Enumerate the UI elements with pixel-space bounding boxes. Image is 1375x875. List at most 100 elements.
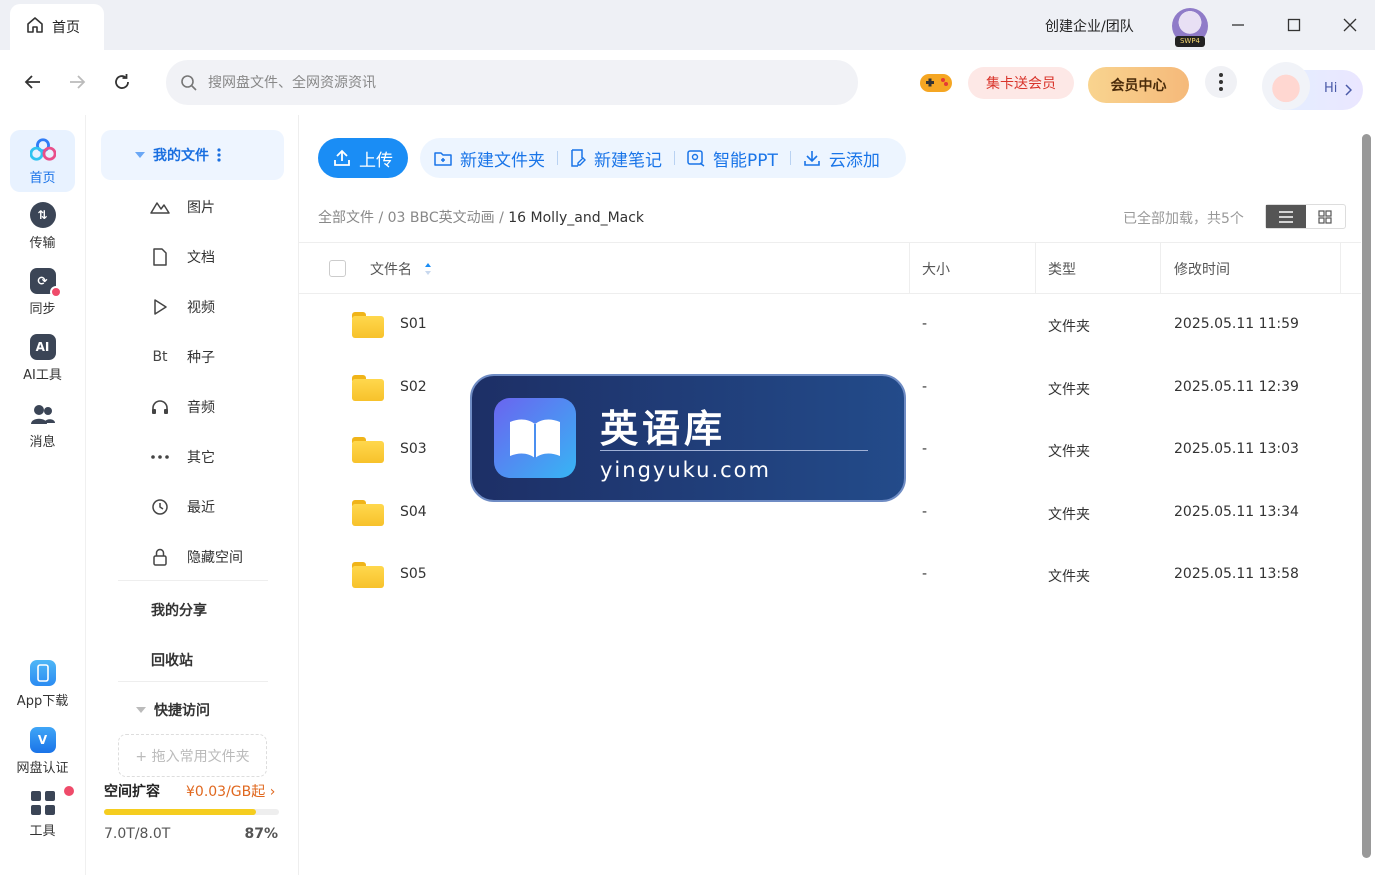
rail-item-tools[interactable]: 工具 (10, 783, 75, 845)
sidebar-my-share[interactable]: 我的分享 (151, 600, 207, 620)
column-header-modified[interactable]: 修改时间 (1174, 243, 1230, 294)
column-header-name[interactable]: 文件名 (370, 243, 432, 294)
audio-icon (150, 397, 170, 417)
file-size: - (922, 316, 928, 332)
swip-badge: SWP4 (1175, 36, 1205, 47)
sidebar-item-label: 隐藏空间 (187, 550, 243, 566)
card-promo-button[interactable]: 集卡送会员 (968, 67, 1074, 99)
sidebar-quick-access[interactable]: 快捷访问 (136, 700, 210, 720)
watermark-title: 英语库 (600, 407, 727, 451)
file-size: - (922, 379, 928, 395)
drop-folder-zone[interactable]: + 拖入常用文件夹 (118, 734, 267, 777)
breadcrumb-middle[interactable]: 03 BBC英文动画 (388, 210, 495, 226)
grid-view-button[interactable] (1306, 205, 1346, 228)
sidebar-item-hidden-space[interactable]: 隐藏空间 (150, 542, 280, 572)
search-bar[interactable] (166, 60, 858, 105)
assistant-hi-button[interactable]: Hi (1262, 62, 1363, 110)
create-enterprise-link[interactable]: 创建企业/团队 (1045, 16, 1134, 36)
sidebar-recycle-bin[interactable]: 回收站 (151, 650, 193, 670)
capacity-expand-link[interactable]: ¥0.03/GB起 › (186, 781, 275, 801)
chevron-right-icon: › (269, 784, 276, 800)
select-all-checkbox[interactable] (329, 260, 346, 277)
maximize-button[interactable] (1279, 10, 1309, 40)
minimize-button[interactable] (1223, 10, 1253, 40)
action-label: 新建笔记 (594, 150, 662, 171)
rail-label: AI工具 (23, 367, 62, 383)
vertical-scrollbar[interactable] (1362, 134, 1371, 858)
close-button[interactable] (1335, 10, 1365, 40)
refresh-icon (115, 74, 129, 89)
sidebar-item-torrents[interactable]: Bt 种子 (150, 342, 280, 372)
breadcrumb-root[interactable]: 全部文件 (318, 210, 374, 226)
table-row[interactable]: S01 - 文件夹 2025.05.11 11:59 (299, 294, 1361, 356)
breadcrumb-current: 16 Molly_and_Mack (508, 210, 645, 226)
rail-item-home[interactable]: 首页 (10, 130, 75, 192)
game-controller-icon[interactable] (918, 68, 954, 96)
forward-button[interactable] (62, 67, 92, 97)
folder-icon (352, 375, 384, 401)
rail-item-message[interactable]: 消息 (10, 394, 75, 456)
tab-home[interactable]: 首页 (10, 4, 104, 50)
new-note-button[interactable]: 新建笔记 (570, 146, 662, 171)
tools-grid-icon (30, 785, 74, 816)
column-divider (1160, 243, 1161, 294)
more-menu-button[interactable] (1205, 66, 1237, 98)
breadcrumb: 全部文件 / 03 BBC英文动画 / 16 Molly_and_Mack (318, 207, 644, 227)
phone-icon (29, 659, 56, 686)
file-type: 文件夹 (1048, 569, 1090, 585)
column-header-size[interactable]: 大小 (922, 243, 950, 294)
vip-center-button[interactable]: 会员中心 (1088, 67, 1189, 103)
file-size: - (922, 441, 928, 457)
new-folder-icon (434, 152, 452, 166)
document-icon (150, 247, 170, 267)
back-button[interactable] (18, 67, 48, 97)
sidebar-item-images[interactable]: 图片 (150, 192, 280, 222)
file-type: 文件夹 (1048, 507, 1090, 523)
list-view-button[interactable] (1266, 205, 1306, 228)
new-folder-button[interactable]: 新建文件夹 (434, 146, 545, 171)
sidebar-my-files[interactable]: 我的文件 (101, 130, 284, 180)
grid-view-icon (1318, 209, 1332, 224)
sidebar-item-recent[interactable]: 最近 (150, 492, 280, 522)
smart-ppt-button[interactable]: 智能PPT (687, 146, 778, 171)
refresh-button[interactable] (107, 67, 137, 97)
book-logo-icon (494, 398, 576, 478)
file-size: - (922, 566, 928, 582)
sidebar-item-label: 图片 (187, 200, 215, 216)
table-row[interactable]: S05 - 文件夹 2025.05.11 13:58 (299, 544, 1361, 606)
sidebar-item-others[interactable]: 其它 (150, 442, 280, 472)
file-name: S02 (400, 379, 427, 395)
search-input[interactable] (208, 74, 808, 91)
file-type: 文件夹 (1048, 382, 1090, 398)
capacity-percent: 87% (244, 826, 278, 842)
sidebar-item-label: 文档 (187, 250, 215, 266)
sidebar-item-documents[interactable]: 文档 (150, 242, 280, 272)
file-modified: 2025.05.11 12:39 (1174, 379, 1299, 395)
breadcrumb-separator: / (374, 210, 388, 226)
rail-item-transfer[interactable]: ⇅ 传输 (10, 195, 75, 257)
rail-label: 传输 (29, 235, 56, 251)
quick-access-label: 快捷访问 (154, 703, 210, 719)
vertical-dots-icon (1219, 73, 1223, 91)
assistant-avatar (1262, 62, 1310, 110)
rail-item-ai-tool[interactable]: AI AI工具 (10, 327, 75, 389)
sidebar-item-videos[interactable]: 视频 (150, 292, 280, 322)
minimize-icon (1232, 24, 1244, 26)
column-header-type[interactable]: 类型 (1048, 243, 1076, 294)
folder-icon (352, 562, 384, 588)
cloud-add-icon (804, 151, 820, 166)
action-separator (789, 151, 791, 165)
user-avatar[interactable]: SWP4 (1172, 8, 1208, 47)
rail-item-sync[interactable]: ⟳ 同步 (10, 261, 75, 323)
tools-badge (63, 785, 74, 796)
upload-button[interactable]: 上传 (318, 138, 408, 178)
cloud-add-button[interactable]: 云添加 (803, 146, 880, 171)
rail-item-verify[interactable]: V 网盘认证 (10, 720, 75, 782)
rail-item-app-download[interactable]: App下载 (10, 653, 75, 715)
sync-icon: ⟳ (29, 267, 62, 298)
expand-triangle-icon (135, 152, 145, 158)
file-name: S04 (400, 504, 427, 520)
message-icon (30, 401, 56, 427)
rail-label: 网盘认证 (16, 760, 69, 776)
sidebar-item-audio[interactable]: 音频 (150, 392, 280, 422)
